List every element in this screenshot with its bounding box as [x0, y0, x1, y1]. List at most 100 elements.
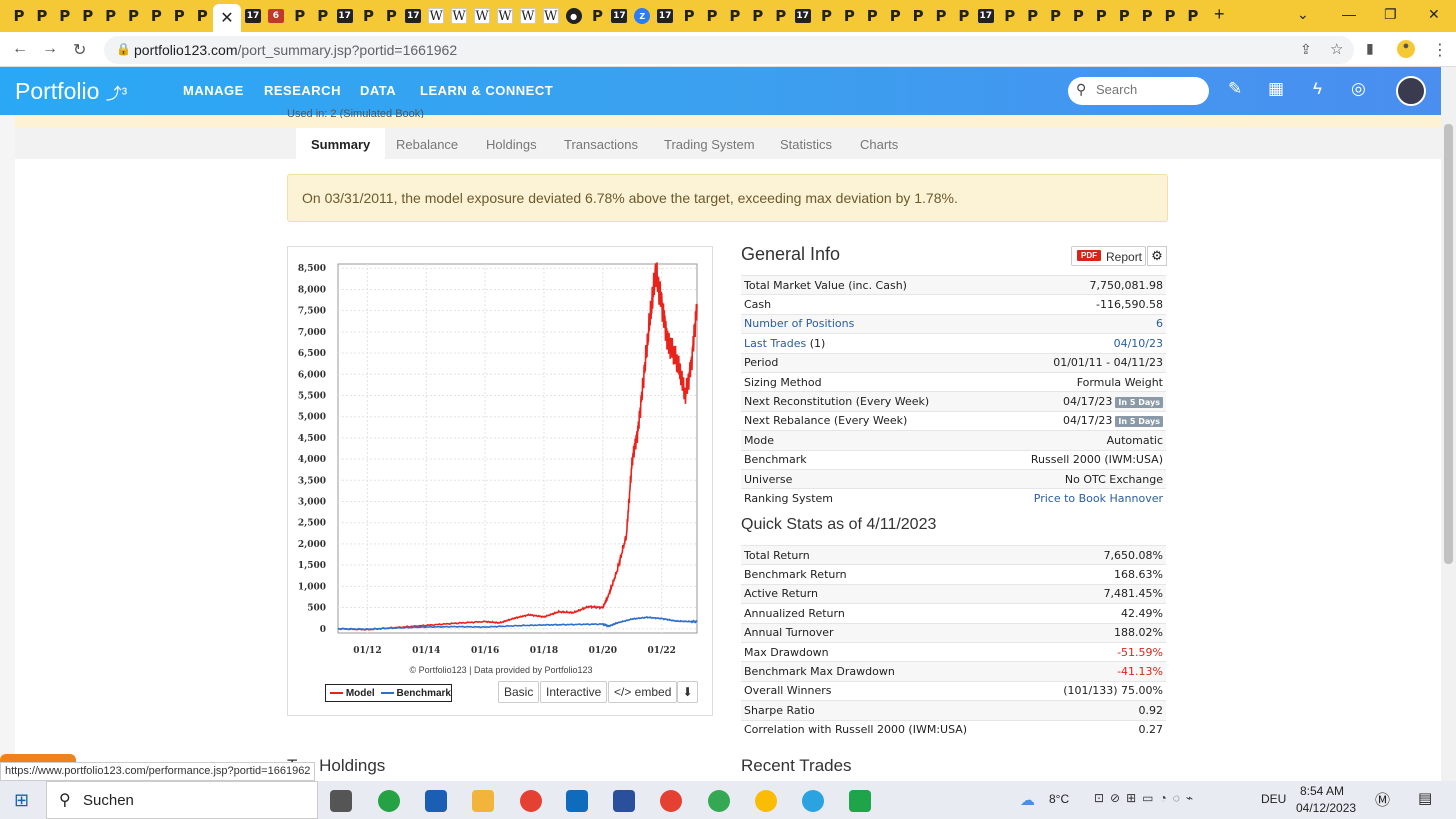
forward-icon[interactable]: →	[42, 40, 58, 58]
lightning-icon[interactable]: ϟ	[1313, 79, 1322, 99]
browser-tab-favicon-icon[interactable]: P	[703, 6, 721, 26]
clock-time[interactable]: 8:54 AM	[1300, 784, 1344, 798]
chart-embed-button[interactable]: </> embed	[608, 681, 678, 703]
browser-tab-favicon-icon[interactable]: W	[496, 8, 513, 24]
browser-tab-favicon-icon[interactable]: P	[932, 6, 950, 26]
browser-tab-favicon-icon[interactable]: P	[1115, 6, 1133, 26]
nav-data[interactable]: DATA	[360, 83, 396, 98]
browser-tab-favicon-icon[interactable]: P	[382, 6, 400, 26]
browser-tab-favicon-icon[interactable]: P	[863, 6, 881, 26]
apps-grid-icon[interactable]: ▦	[1268, 79, 1284, 99]
browser-tab-favicon-icon[interactable]: P	[909, 6, 927, 26]
browser-tab-favicon-icon[interactable]: 17	[611, 9, 628, 23]
nav-research[interactable]: RESEARCH	[264, 83, 341, 98]
new-tab-icon[interactable]: +	[1214, 4, 1225, 25]
browser-tab-favicon-icon[interactable]: P	[170, 6, 188, 26]
file-explorer-icon[interactable]	[472, 790, 494, 812]
portfolio123-logo[interactable]: Portfolio ⤴³	[15, 78, 127, 105]
task-view-icon[interactable]	[330, 790, 352, 812]
share-icon[interactable]: ⇪	[1300, 41, 1312, 58]
browser-tab-favicon-icon[interactable]: P	[1024, 6, 1042, 26]
browser-tab-favicon-icon[interactable]: W	[519, 8, 536, 24]
maximize-icon[interactable]: ❐	[1384, 6, 1397, 23]
search-input[interactable]	[1096, 82, 1201, 97]
browser-tab-favicon-icon[interactable]: P	[886, 6, 904, 26]
tab-holdings[interactable]: Holdings	[486, 137, 537, 152]
outlook-icon[interactable]	[566, 790, 588, 812]
weather-icon[interactable]: ☁	[1020, 791, 1035, 809]
browser-tab-favicon-icon[interactable]: 17	[336, 9, 353, 23]
browser-tab-favicon-icon[interactable]: 17	[245, 9, 261, 23]
chrome-profile-icon[interactable]	[660, 790, 682, 812]
row-label-link[interactable]: Number of Positions	[744, 317, 854, 330]
browser-tab-favicon-icon[interactable]: P	[291, 6, 309, 26]
profile-icon[interactable]: ●	[1397, 40, 1415, 58]
chrome-profile-3-icon[interactable]	[755, 790, 777, 812]
browser-tab-favicon-icon[interactable]: P	[1138, 6, 1156, 26]
tab-charts[interactable]: Charts	[860, 137, 898, 152]
browser-tab-favicon-icon[interactable]: P	[589, 6, 607, 26]
browser-menu-icon[interactable]: ⋮	[1432, 40, 1448, 60]
notification-badge-icon[interactable]: Ⓜ	[1375, 789, 1390, 810]
browser-tab-favicon-icon[interactable]: P	[1069, 6, 1087, 26]
active-tab[interactable]: ✕	[213, 4, 241, 32]
browser-tab-favicon-icon[interactable]: P	[1161, 6, 1179, 26]
browser-tab-favicon-icon[interactable]: P	[818, 6, 836, 26]
browser-tab-favicon-icon[interactable]: 17	[657, 9, 674, 23]
browser-tab-favicon-icon[interactable]: P	[125, 6, 143, 26]
browser-tab-favicon-icon[interactable]: P	[102, 6, 120, 26]
clock-date[interactable]: 04/12/2023	[1296, 801, 1356, 815]
whatsapp-icon[interactable]	[378, 790, 400, 812]
taskbar-search[interactable]: ⚲ Suchen	[46, 781, 318, 819]
browser-tab-favicon-icon[interactable]: P	[147, 6, 165, 26]
chart-basic-button[interactable]: Basic	[498, 681, 540, 703]
nav-learn-connect[interactable]: LEARN & CONNECT	[420, 83, 553, 98]
browser-tab-favicon-icon[interactable]: P	[193, 6, 211, 26]
telegram-icon[interactable]	[802, 790, 824, 812]
browser-tab-favicon-icon[interactable]: W	[428, 8, 445, 24]
browser-tab-favicon-icon[interactable]: P	[10, 6, 28, 26]
browser-tab-favicon-icon[interactable]: P	[726, 6, 744, 26]
weather-temp[interactable]: 8°C	[1049, 792, 1069, 806]
close-window-icon[interactable]: ✕	[1428, 6, 1440, 23]
trading-app-icon[interactable]	[849, 790, 871, 812]
nav-manage[interactable]: MANAGE	[183, 83, 244, 98]
browser-tab-favicon-icon[interactable]: W	[451, 8, 468, 24]
row-label-link[interactable]: Last Trades	[744, 337, 806, 350]
browser-tab-favicon-icon[interactable]: P	[314, 6, 332, 26]
bookmark-star-icon[interactable]: ☆	[1330, 40, 1343, 58]
chart-interactive-button[interactable]: Interactive	[540, 681, 608, 703]
outlook-app-icon[interactable]	[425, 790, 447, 812]
row-value-link[interactable]: Price to Book Hannover	[1034, 492, 1163, 505]
user-avatar[interactable]	[1396, 76, 1426, 106]
app-icon[interactable]	[613, 790, 635, 812]
chrome-icon[interactable]	[520, 790, 542, 812]
url-field[interactable]: 🔒 portfolio123.com/port_summary.jsp?port…	[104, 36, 1354, 64]
windows-start-icon[interactable]: ⊞	[14, 790, 29, 811]
browser-tab-favicon-icon[interactable]: P	[749, 6, 767, 26]
browser-tab-favicon-icon[interactable]: 17	[794, 9, 811, 23]
browser-tab-favicon-icon[interactable]: P	[1184, 6, 1202, 26]
browser-tab-favicon-icon[interactable]: 6	[267, 9, 284, 23]
reload-icon[interactable]: ↻	[73, 40, 86, 60]
browser-tab-favicon-icon[interactable]: P	[1047, 6, 1065, 26]
pin-icon[interactable]: ✎	[1228, 79, 1242, 99]
browser-tab-favicon-icon[interactable]: P	[33, 6, 51, 26]
chart-svg[interactable]: 8,500 8,000 7,500 7,000 6,500 6,000 5,500 5,000…	[288, 247, 714, 657]
browser-tab-favicon-icon[interactable]: P	[772, 6, 790, 26]
globe-icon[interactable]: ◎	[1351, 79, 1366, 99]
browser-tab-favicon-icon[interactable]: P	[680, 6, 698, 26]
legend-benchmark[interactable]: Benchmark	[397, 688, 451, 699]
tab-rebalance[interactable]: Rebalance	[396, 137, 458, 152]
tray-icons[interactable]: ⊡⊘⊞▭◔◌⌁	[1094, 791, 1199, 805]
pdf-report-button[interactable]: PDF Report	[1071, 246, 1146, 266]
browser-tab-favicon-icon[interactable]: P	[360, 6, 378, 26]
tab-transactions[interactable]: Transactions	[564, 137, 638, 152]
chrome-profile-2-icon[interactable]	[708, 790, 730, 812]
scrollbar-thumb[interactable]	[1444, 124, 1453, 564]
tab-trading-system[interactable]: Trading System	[664, 137, 755, 152]
tab-summary[interactable]: Summary	[296, 128, 386, 159]
tab-search-icon[interactable]: ⌄	[1297, 6, 1309, 23]
row-value-link[interactable]: 04/10/23	[1114, 337, 1163, 350]
browser-tab-favicon-icon[interactable]: ●	[565, 8, 582, 24]
